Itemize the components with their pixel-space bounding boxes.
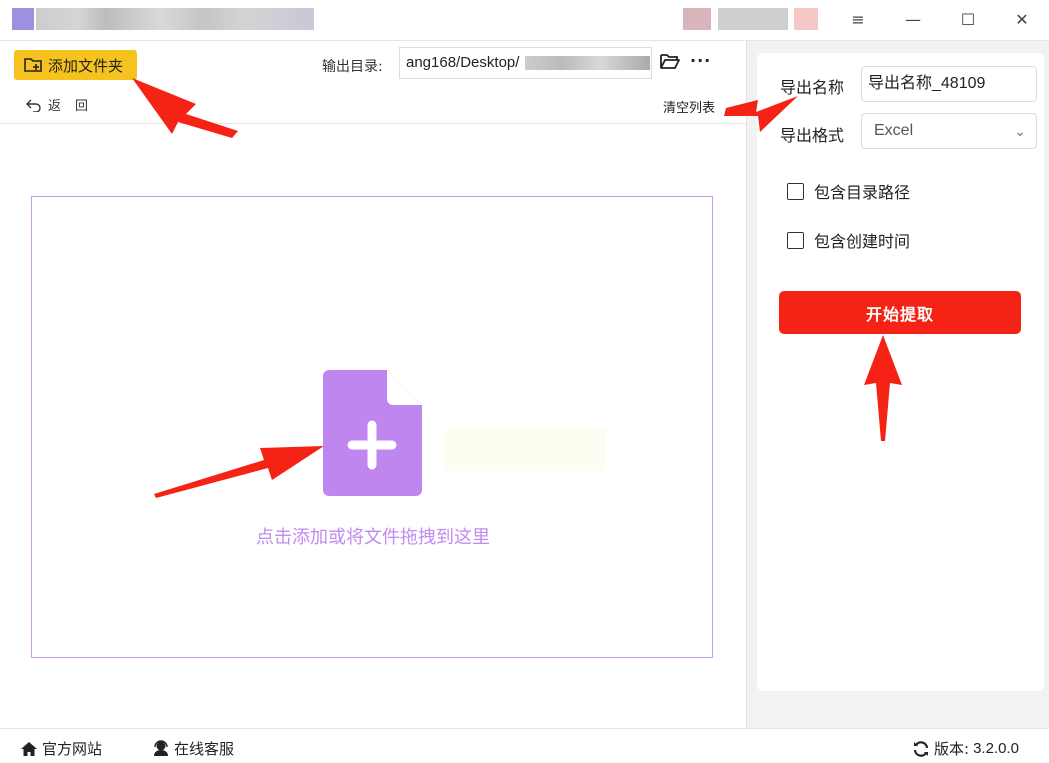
output-dir-label: 输出目录:	[322, 59, 383, 75]
folder-plus-icon	[24, 58, 42, 72]
include-create-time-checkbox[interactable]	[787, 231, 804, 249]
version-info: 版本: 3.2.0.0	[912, 738, 1019, 759]
output-dir-redacted	[525, 56, 650, 70]
include-dir-path-option[interactable]: 包含目录路径	[787, 179, 910, 203]
include-create-time-option[interactable]: 包含创建时间	[787, 228, 910, 252]
clear-list-button[interactable]: 清空列表	[663, 97, 715, 116]
user-name-blurred	[718, 8, 788, 30]
home-icon	[21, 741, 37, 756]
back-button[interactable]: 返回	[26, 95, 102, 114]
maximize-button[interactable]: ☐	[946, 4, 990, 34]
online-support-label: 在线客服	[174, 740, 235, 758]
folder-open-icon[interactable]	[660, 53, 680, 70]
menu-button[interactable]: ≡	[836, 4, 880, 34]
main-area: 添加文件夹 返回 输出目录: ang168/Desktop/ ··· 清空列表 …	[0, 40, 746, 728]
add-folder-button[interactable]: 添加文件夹	[14, 50, 137, 80]
back-arrow-icon	[26, 99, 41, 112]
annotation-arrow-file	[154, 446, 324, 498]
file-drop-zone[interactable]: 点击添加或将文件拖拽到这里	[31, 196, 713, 658]
official-site-link[interactable]: 官方网站	[20, 738, 102, 759]
status-bar: 官方网站 在线客服 版本: 3.2.0.0	[0, 728, 1049, 763]
export-name-input[interactable]: 导出名称_48109	[861, 66, 1037, 102]
refresh-icon[interactable]	[912, 740, 930, 758]
drop-hint-text: 点击添加或将文件拖拽到这里	[256, 527, 490, 548]
include-create-time-label: 包含创建时间	[814, 232, 911, 251]
headset-icon	[154, 740, 168, 756]
version-label: 版本:	[934, 740, 970, 758]
chevron-down-icon: ⌄	[1014, 123, 1026, 139]
annotation-arrow-add-folder	[132, 78, 238, 138]
more-options-button[interactable]: ···	[690, 51, 711, 70]
official-site-label: 官方网站	[42, 740, 103, 758]
minimize-button[interactable]: —	[891, 4, 935, 34]
title-bar: ≡ — ☐ ✕	[0, 0, 1049, 40]
include-dir-path-checkbox[interactable]	[787, 182, 804, 200]
add-folder-label: 添加文件夹	[48, 56, 124, 75]
export-format-select[interactable]: Excel ⌄	[861, 113, 1037, 149]
user-badge-blurred	[794, 8, 818, 30]
window-title-blurred	[36, 8, 314, 30]
include-dir-path-label: 包含目录路径	[814, 183, 911, 202]
online-support-link[interactable]: 在线客服	[152, 738, 234, 759]
version-value: 3.2.0.0	[973, 740, 1019, 757]
annotation-arrow-start	[864, 335, 902, 441]
annotation-arrow-settings	[724, 96, 798, 132]
ghost-placeholder	[444, 429, 606, 471]
close-button[interactable]: ✕	[1000, 4, 1044, 34]
user-avatar-blurred[interactable]	[683, 8, 711, 30]
file-plus-icon[interactable]	[323, 370, 422, 496]
app-logo	[12, 8, 34, 30]
toolbar-divider	[0, 123, 746, 124]
back-label: 返回	[48, 99, 103, 114]
export-format-value: Excel	[874, 122, 914, 139]
start-extract-button[interactable]: 开始提取	[779, 291, 1021, 334]
